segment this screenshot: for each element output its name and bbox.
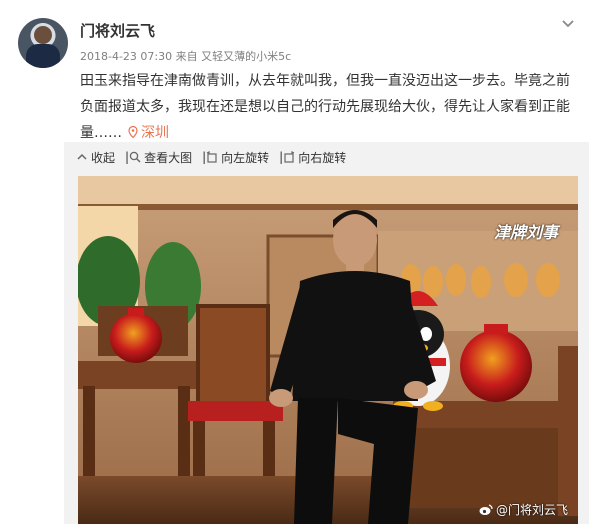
media-toolbar: 收起 | 查看大图 | 向左旋转 | 向右旋转	[64, 142, 589, 172]
post-text: 田玉来指导在津南做青训，从去年就叫我，但我一直没迈出这一步去。毕竟之前负面报道太…	[80, 68, 580, 146]
rotate-left-button[interactable]: 向左旋转	[206, 149, 269, 166]
rotate-left-icon	[206, 151, 217, 163]
author-name[interactable]: 门将刘云飞	[80, 20, 155, 41]
location-link[interactable]: 深圳	[141, 125, 169, 141]
photo-watermark-logo: 津牌刘事	[493, 223, 558, 242]
collapse-button[interactable]: 收起	[76, 149, 115, 166]
zoom-icon	[129, 151, 141, 163]
avatar[interactable]	[18, 18, 68, 68]
media-panel: 收起 | 查看大图 | 向左旋转 | 向右旋转 津牌刘事 @门将刘云飞	[64, 142, 589, 524]
chevron-down-icon[interactable]	[561, 16, 575, 30]
weibo-icon	[479, 503, 493, 515]
view-large-button[interactable]: 查看大图	[129, 149, 192, 166]
post-timestamp[interactable]: 2018-4-23 07:30	[80, 50, 172, 63]
post-meta: 2018-4-23 07:30 来自 又轻又薄的小米5c	[80, 48, 291, 64]
location-pin-icon	[128, 126, 138, 138]
rotate-right-button[interactable]: 向右旋转	[283, 149, 346, 166]
rotate-right-icon	[284, 151, 295, 163]
post-source[interactable]: 又轻又薄的小米5c	[201, 50, 291, 63]
collapse-icon	[77, 153, 87, 160]
weibo-post-card: 门将刘云飞 2018-4-23 07:30 来自 又轻又薄的小米5c 田玉来指导…	[0, 0, 589, 524]
photo-credit: @门将刘云飞	[479, 501, 568, 518]
post-photo[interactable]: 津牌刘事 @门将刘云飞	[78, 176, 578, 524]
source-prefix: 来自	[175, 50, 198, 63]
